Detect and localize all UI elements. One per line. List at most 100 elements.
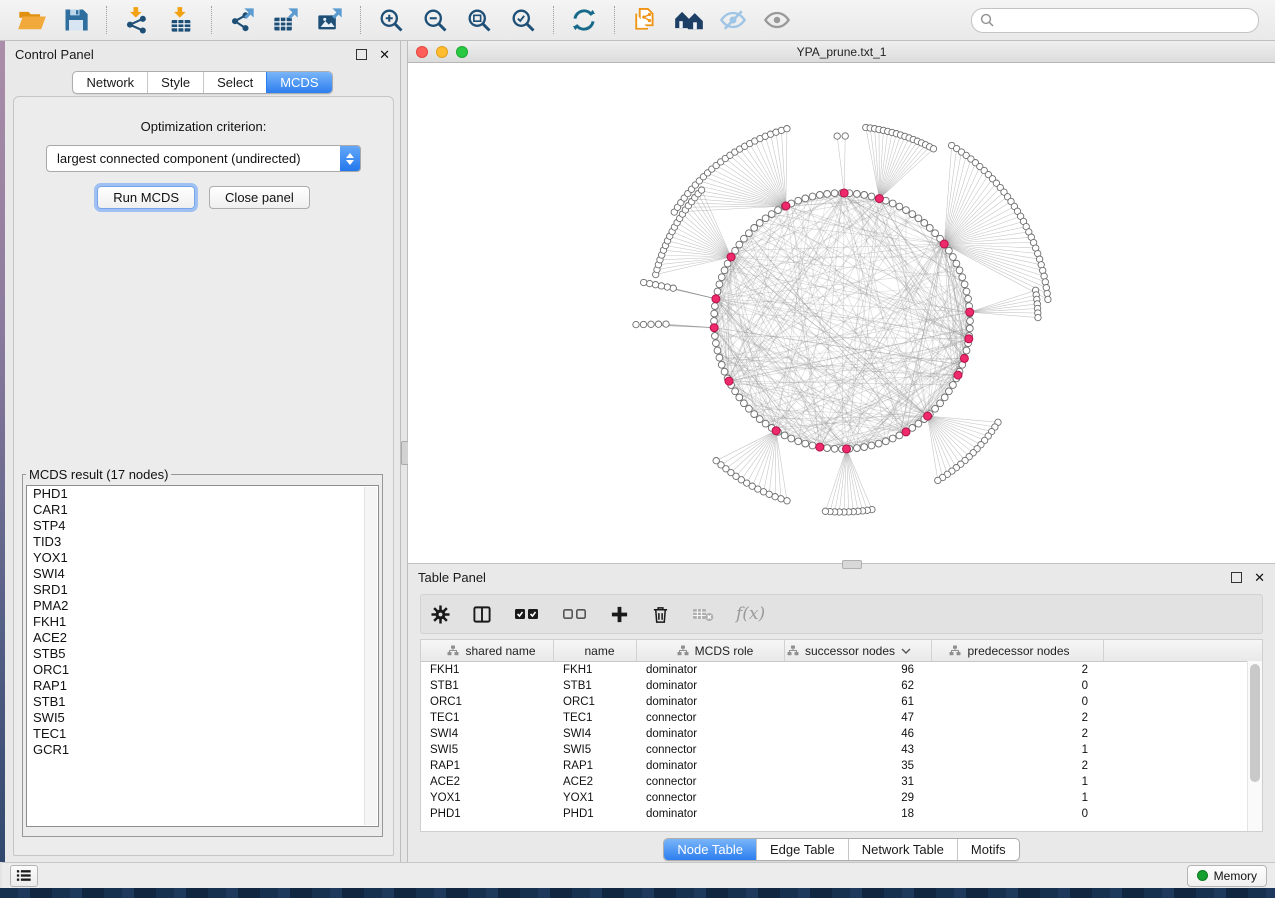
network-graph-canvas[interactable]: [408, 63, 1275, 563]
tab-node-table[interactable]: Node Table: [664, 839, 756, 860]
mcds-result-item[interactable]: STB5: [27, 646, 378, 662]
table-cell[interactable]: RAP1: [421, 760, 554, 772]
table-row[interactable]: ORC1ORC1dominator610: [421, 694, 1262, 710]
table-cell[interactable]: 96: [785, 664, 932, 676]
export-image-icon[interactable]: [315, 6, 345, 34]
show-all-icon[interactable]: [762, 6, 792, 34]
table-cell[interactable]: 43: [785, 744, 932, 756]
mcds-result-item[interactable]: PHD1: [27, 486, 378, 502]
close-panel-button[interactable]: Close panel: [209, 186, 310, 209]
table-cell[interactable]: 2: [932, 760, 1104, 772]
mcds-result-item[interactable]: STB1: [27, 694, 378, 710]
search-box[interactable]: [971, 8, 1259, 33]
table-cell[interactable]: TEC1: [554, 712, 637, 724]
table-cell[interactable]: dominator: [637, 808, 785, 820]
table-cell[interactable]: PHD1: [421, 808, 554, 820]
column-header-mcds-role[interactable]: MCDS role: [637, 640, 785, 661]
tab-edge-table[interactable]: Edge Table: [756, 839, 848, 860]
table-scrollbar-thumb[interactable]: [1250, 664, 1260, 782]
table-cell[interactable]: STB1: [554, 680, 637, 692]
mcds-result-item[interactable]: ORC1: [27, 662, 378, 678]
mcds-result-list[interactable]: PHD1CAR1STP4TID3YOX1SWI4SRD1PMA2FKH1ACE2…: [26, 485, 379, 827]
table-cell[interactable]: PHD1: [554, 808, 637, 820]
toggle-columns-icon[interactable]: [472, 605, 492, 624]
column-header-predecessor-nodes[interactable]: predecessor nodes: [932, 640, 1104, 661]
table-row[interactable]: YOX1YOX1connector291: [421, 790, 1262, 806]
zoom-out-icon[interactable]: [420, 6, 450, 34]
network-window-titlebar[interactable]: YPA_prune.txt_1: [408, 41, 1275, 63]
export-network-icon[interactable]: [227, 6, 257, 34]
table-panel-drag-handle[interactable]: [842, 560, 862, 569]
mcds-result-item[interactable]: YOX1: [27, 550, 378, 566]
column-header-shared-name[interactable]: shared name: [421, 640, 554, 661]
table-cell[interactable]: 2: [932, 664, 1104, 676]
close-panel-icon[interactable]: ✕: [379, 48, 390, 61]
mcds-result-item[interactable]: GCR1: [27, 742, 378, 758]
table-cell[interactable]: 62: [785, 680, 932, 692]
run-mcds-button[interactable]: Run MCDS: [97, 186, 195, 209]
table-cell[interactable]: 1: [932, 744, 1104, 756]
mcds-result-item[interactable]: RAP1: [27, 678, 378, 694]
table-cell[interactable]: TEC1: [421, 712, 554, 724]
table-row[interactable]: STB1STB1dominator620: [421, 678, 1262, 694]
table-cell[interactable]: 46: [785, 728, 932, 740]
table-cell[interactable]: dominator: [637, 696, 785, 708]
node-table-body[interactable]: FKH1FKH1dominator962STB1STB1dominator620…: [421, 662, 1262, 822]
import-table-icon[interactable]: [166, 6, 196, 34]
table-cell[interactable]: connector: [637, 776, 785, 788]
tab-network-table[interactable]: Network Table: [848, 839, 957, 860]
tab-style[interactable]: Style: [147, 72, 203, 93]
node-table[interactable]: shared name name MCDS role successor nod…: [420, 639, 1263, 832]
table-cell[interactable]: 35: [785, 760, 932, 772]
table-cell[interactable]: 0: [932, 808, 1104, 820]
table-row[interactable]: ACE2ACE2connector311: [421, 774, 1262, 790]
table-cell[interactable]: 47: [785, 712, 932, 724]
float-panel-icon[interactable]: [356, 49, 367, 60]
table-cell[interactable]: ACE2: [554, 776, 637, 788]
tab-network[interactable]: Network: [73, 72, 147, 93]
table-cell[interactable]: ORC1: [554, 696, 637, 708]
column-header-name[interactable]: name: [554, 640, 637, 661]
delete-column-icon[interactable]: [651, 605, 670, 624]
table-cell[interactable]: connector: [637, 712, 785, 724]
table-scrollbar[interactable]: [1247, 661, 1262, 831]
search-input[interactable]: [999, 12, 1250, 29]
vertical-splitter[interactable]: [400, 41, 408, 862]
table-cell[interactable]: RAP1: [554, 760, 637, 772]
table-row[interactable]: SWI4SWI4dominator462: [421, 726, 1262, 742]
table-cell[interactable]: dominator: [637, 728, 785, 740]
table-cell[interactable]: SWI4: [554, 728, 637, 740]
table-row[interactable]: SWI5SWI5connector431: [421, 742, 1262, 758]
table-cell[interactable]: 0: [932, 680, 1104, 692]
import-network-icon[interactable]: [122, 6, 152, 34]
table-row[interactable]: FKH1FKH1dominator962: [421, 662, 1262, 678]
export-table-icon[interactable]: [271, 6, 301, 34]
table-cell[interactable]: FKH1: [554, 664, 637, 676]
mcds-result-item[interactable]: ACE2: [27, 630, 378, 646]
first-neighbors-icon[interactable]: [674, 6, 704, 34]
criterion-dropdown[interactable]: largest connected component (undirected): [46, 145, 361, 172]
table-cell[interactable]: ORC1: [421, 696, 554, 708]
table-cell[interactable]: STB1: [421, 680, 554, 692]
memory-button[interactable]: Memory: [1187, 865, 1267, 887]
mcds-result-item[interactable]: SWI4: [27, 566, 378, 582]
column-header-successor-nodes[interactable]: successor nodes: [785, 640, 932, 661]
mcds-result-item[interactable]: STP4: [27, 518, 378, 534]
table-cell[interactable]: connector: [637, 792, 785, 804]
table-cell[interactable]: 31: [785, 776, 932, 788]
mcds-result-item[interactable]: FKH1: [27, 614, 378, 630]
table-row[interactable]: PHD1PHD1dominator180: [421, 806, 1262, 822]
mcds-result-item[interactable]: TID3: [27, 534, 378, 550]
mcds-result-item[interactable]: SRD1: [27, 582, 378, 598]
table-cell[interactable]: YOX1: [421, 792, 554, 804]
zoom-selected-icon[interactable]: [508, 6, 538, 34]
mcds-result-item[interactable]: SWI5: [27, 710, 378, 726]
table-settings-gear-icon[interactable]: [431, 605, 450, 624]
float-panel-icon[interactable]: [1231, 572, 1242, 583]
mcds-list-scrollbar[interactable]: [364, 487, 377, 825]
table-row[interactable]: RAP1RAP1dominator352: [421, 758, 1262, 774]
table-cell[interactable]: dominator: [637, 680, 785, 692]
zoom-in-icon[interactable]: [376, 6, 406, 34]
table-cell[interactable]: dominator: [637, 664, 785, 676]
clone-network-icon[interactable]: [630, 6, 660, 34]
